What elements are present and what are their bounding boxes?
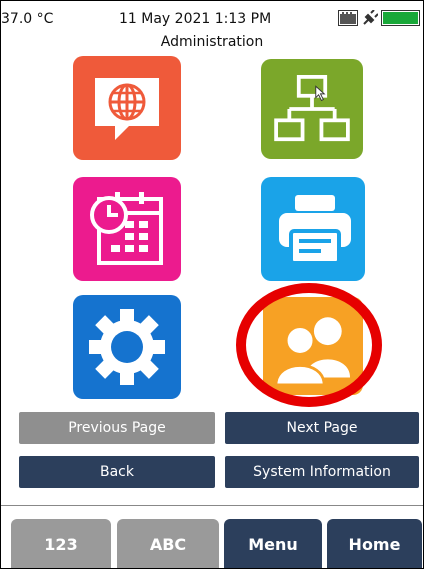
next-page-button[interactable]: Next Page — [225, 412, 419, 444]
tab-home[interactable]: Home — [327, 519, 422, 568]
tab-abc[interactable]: ABC — [117, 519, 219, 568]
status-bar: 37.0 °C 11 May 2021 1:13 PM Administrati… — [1, 1, 423, 51]
hierarchy-icon — [274, 75, 350, 142]
device-screen: 37.0 °C 11 May 2021 1:13 PM Administrati… — [0, 0, 424, 569]
globe-speech-icon — [95, 78, 159, 140]
previous-page-button[interactable]: Previous Page — [19, 412, 215, 444]
back-button[interactable]: Back — [19, 456, 215, 488]
printer-icon — [279, 195, 351, 265]
settings-button[interactable] — [73, 295, 181, 399]
users-icon — [274, 317, 351, 387]
schedule-button[interactable] — [73, 177, 181, 281]
tab-123[interactable]: 123 — [11, 519, 111, 568]
network-settings-button[interactable] — [73, 56, 181, 160]
gear-icon — [89, 309, 165, 385]
date-time: 11 May 2021 1:13 PM — [119, 11, 272, 27]
system-information-button[interactable]: System Information — [225, 456, 419, 488]
divider — [1, 505, 423, 506]
plug-icon — [363, 10, 378, 25]
users-button[interactable] — [263, 297, 363, 395]
tab-menu[interactable]: Menu — [224, 519, 322, 568]
printer-button[interactable] — [261, 177, 365, 281]
calendar-clock-icon — [90, 192, 163, 265]
page-title: Administration — [160, 34, 264, 50]
battery-icon — [381, 10, 420, 26]
temperature-readout: 37.0 °C — [1, 11, 54, 27]
status-icons — [338, 10, 420, 26]
network-topology-button[interactable] — [261, 59, 363, 159]
ethernet-icon — [338, 10, 358, 26]
